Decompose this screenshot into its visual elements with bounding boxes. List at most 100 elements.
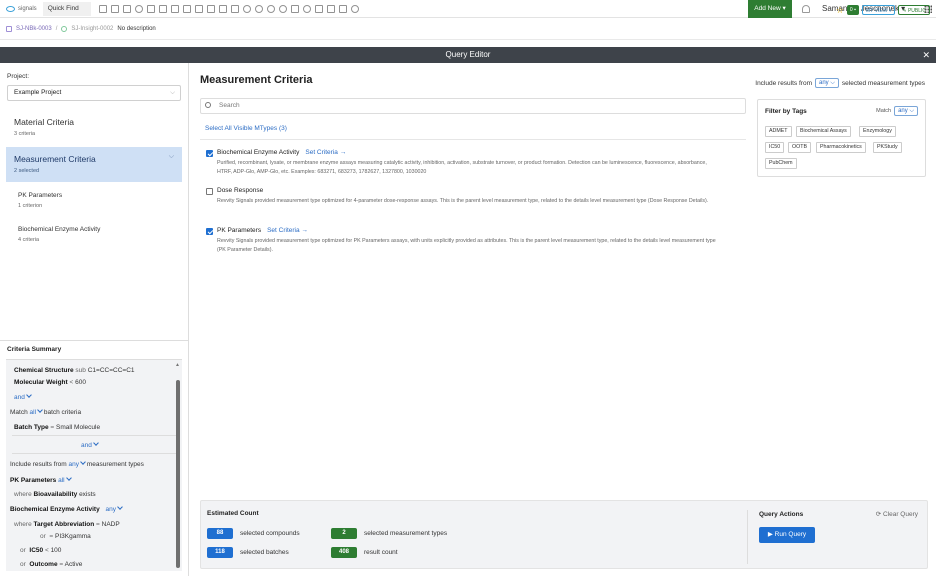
page-icon[interactable] <box>146 4 155 13</box>
include-label: Include results from <box>10 461 67 468</box>
include-any-toggle[interactable]: any <box>68 459 86 468</box>
document-icon[interactable] <box>218 4 227 13</box>
clear-query-button[interactable]: ⟳ Clear Query <box>876 510 918 518</box>
quick-find-button[interactable]: Quick Find <box>42 1 91 16</box>
summary-value: 100 <box>50 547 62 554</box>
search-input[interactable]: Search <box>200 98 746 114</box>
app-logo[interactable]: signals <box>0 0 43 18</box>
molecule-icon[interactable] <box>242 4 251 13</box>
mtype-title: Biochemical Enzyme Activity <box>217 149 300 156</box>
summary-op: = <box>50 424 55 431</box>
tag-admet[interactable]: ADMET <box>765 126 792 137</box>
close-icon[interactable]: ✕ <box>922 47 930 63</box>
match-all-toggle[interactable]: all <box>29 407 43 416</box>
select-all-link[interactable]: Select All Visible MTypes (3) <box>205 125 287 132</box>
breadcrumb-notebook[interactable]: SJ-NBk-0003 <box>16 26 52 32</box>
criteria-measurement[interactable]: Measurement Criteria 2 selected ⌵ <box>6 147 182 182</box>
set-criteria-link[interactable]: Set Criteria → <box>267 227 308 234</box>
breadcrumb-insight[interactable]: SJ-Insight-0002 <box>71 26 113 32</box>
subcriteria-bea-title[interactable]: Biochemical Enzyme Activity <box>18 226 100 233</box>
include-any-select[interactable]: any ⌵ <box>814 78 839 88</box>
and-toggle-2[interactable]: and <box>81 440 99 449</box>
insight-icon <box>61 25 68 32</box>
tag-pubchem[interactable]: PubChem <box>765 158 797 169</box>
shield-icon[interactable] <box>314 4 323 13</box>
summary-value: 600 <box>75 379 86 386</box>
grid-icon[interactable] <box>122 4 131 13</box>
puzzle-icon[interactable] <box>338 4 347 13</box>
results-label: result count <box>364 549 398 556</box>
query-footer <box>200 500 928 569</box>
set-criteria-link[interactable]: Set Criteria → <box>305 149 346 156</box>
chevron-down-icon <box>37 407 43 413</box>
star-icon[interactable] <box>326 4 335 13</box>
tag-ootb[interactable]: OOTB <box>788 142 812 153</box>
summary-target-row: where Target Abbreviation = NADP <box>14 521 120 528</box>
add-new-button[interactable]: Add New ▾ <box>748 0 792 18</box>
subcriteria-pk-title[interactable]: PK Parameters <box>18 192 62 199</box>
public-button[interactable]: ✎ PUBLIC <box>898 5 930 15</box>
globe-icon[interactable] <box>278 4 287 13</box>
criteria-material-title[interactable]: Material Criteria <box>14 117 74 127</box>
and-label: and <box>14 394 25 401</box>
summary-batch-row: Batch Type = Small Molecule <box>14 424 100 431</box>
flask-icon[interactable] <box>230 4 239 13</box>
summary-label: Target Abbreviation <box>33 521 95 528</box>
tag-ic50[interactable]: IC50 <box>765 142 785 153</box>
target-icon[interactable] <box>254 4 263 13</box>
batches-label: selected batches <box>240 549 289 556</box>
query-editor-header: Query Editor ✕ <box>0 47 936 63</box>
lock-icon[interactable] <box>290 4 299 13</box>
lightbulb-icon[interactable] <box>350 4 359 13</box>
my-view-button[interactable]: MY VIEW ▾ <box>861 5 896 15</box>
tags-any-select[interactable]: any ⌵ <box>894 106 918 116</box>
summary-scrollbar[interactable] <box>176 380 180 568</box>
mtypes-label: measurement types <box>86 461 144 468</box>
summary-ic50-row: or IC50 < 100 <box>20 547 61 554</box>
signals-logo-icon <box>6 5 15 12</box>
bell-icon[interactable] <box>802 5 810 13</box>
list-icon[interactable] <box>170 4 179 13</box>
compounds-count-badge: 88 <box>207 528 233 539</box>
clipboard-icon[interactable] <box>206 4 215 13</box>
summary-op: < <box>44 547 49 554</box>
run-query-button[interactable]: ▶ Run Query <box>759 527 815 543</box>
chevron-down-icon <box>65 475 72 481</box>
settings-icon[interactable] <box>302 4 311 13</box>
mtype-title-row: Biochemical Enzyme Activity Set Criteria … <box>217 149 346 156</box>
breadcrumb-separator: / <box>55 25 58 32</box>
favorite-star-icon[interactable]: ☆ <box>836 5 844 15</box>
folder-icon[interactable] <box>182 4 191 13</box>
mtype-checkbox[interactable] <box>206 228 213 235</box>
chevron-down-icon <box>93 440 99 446</box>
chevron-down-icon[interactable]: ⌵ <box>169 153 174 161</box>
and-toggle[interactable]: and <box>14 392 32 401</box>
pk-all-toggle[interactable]: all <box>58 475 72 484</box>
mtype-description: Revvity Signals provided measurement typ… <box>217 238 716 253</box>
batches-count-badge: 118 <box>207 547 233 558</box>
tag-enzymology[interactable]: Enzymology <box>859 126 896 137</box>
tag-biochemical-assays[interactable]: Biochemical Assays <box>796 126 851 137</box>
any-label: any <box>68 461 80 468</box>
match-label: Match <box>876 108 892 114</box>
image-icon[interactable] <box>194 4 203 13</box>
all-label: all <box>29 409 37 416</box>
mtypes-count-badge: 2 <box>331 528 357 539</box>
chart-icon[interactable] <box>110 4 119 13</box>
comments-badge[interactable]: 0 ▪ <box>846 5 859 15</box>
where-label: where <box>14 491 32 498</box>
bea-any-toggle[interactable]: any <box>106 504 123 513</box>
divider <box>200 139 746 140</box>
mtype-checkbox[interactable] <box>206 150 213 157</box>
search-icon[interactable] <box>134 4 143 13</box>
contrast-icon[interactable] <box>266 4 275 13</box>
project-select[interactable]: Example Project ⌵ <box>7 85 181 101</box>
tag-pkstudy[interactable]: PKStudy <box>873 142 902 153</box>
logo-text: signals <box>18 5 37 12</box>
mtype-checkbox[interactable] <box>206 188 213 195</box>
compounds-label: selected compounds <box>240 530 300 537</box>
scroll-up-icon[interactable]: ▲ <box>175 362 180 368</box>
table-icon[interactable] <box>158 4 167 13</box>
notebook-icon[interactable] <box>98 4 107 13</box>
tag-pharmacokinetics[interactable]: Pharmacokinetics <box>816 142 866 153</box>
